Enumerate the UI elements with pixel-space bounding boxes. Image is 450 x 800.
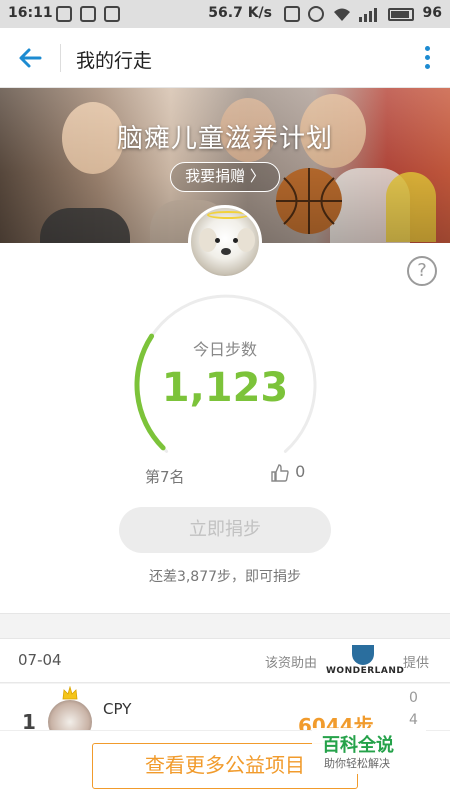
sponsor-row: 07-04 该资助由 WONDERLAND 提供 [0,639,450,683]
thumbs-up-icon [271,463,289,482]
help-icon[interactable]: ? [407,256,437,286]
donate-steps-button[interactable]: 立即捐步 [119,507,331,553]
banner-title: 脑瘫儿童滋养计划 [116,124,333,154]
avatar-detail [233,238,238,243]
sponsor-funded-label: 该资助由 [265,656,318,671]
watermark-title: 百科全说 [322,735,394,756]
image-icon [104,6,120,22]
vibrate-icon [284,6,300,22]
more-menu-icon[interactable] [422,44,432,72]
wifi-icon [334,8,350,21]
steps-label: 今日步数 [192,340,257,359]
avatar-detail [237,228,255,252]
notification-icon [80,6,96,22]
avatar-crown-icon [207,211,249,219]
sponsor-provide-label: 提供 [403,656,430,671]
shield-icon [56,6,72,22]
signal-icon [359,8,377,22]
section-separator [0,613,450,639]
like-count: 0 [295,462,306,481]
app-bar: 我的行走 [0,28,450,88]
avatar-detail [221,248,231,255]
battery-icon [388,8,414,21]
ranking-count-bottom: 4 [409,712,418,728]
watermark: 百科全说 助你轻松解决 [312,728,426,774]
back-arrow-icon[interactable] [14,42,46,74]
donate-button[interactable]: 我要捐赠 〉 [170,162,280,192]
rank-label: 第7名 [145,468,185,486]
network-speed: 56.7 K/s [208,5,272,21]
watermark-subtitle: 助你轻松解决 [324,757,390,770]
avatar-detail [215,238,220,243]
remaining-steps-note: 还差3,877步，即可捐步 [148,569,302,585]
user-avatar[interactable] [188,205,262,279]
alarm-icon [308,6,324,22]
status-bar: 16:11 56.7 K/s 96 [0,0,450,28]
app-bar-divider [60,44,61,72]
crown-icon [62,686,78,700]
battery-percent: 96 [422,5,442,21]
status-time: 16:11 [8,5,53,21]
sponsor-logo[interactable]: WONDERLAND [326,643,405,679]
ranking-name: CPY [103,700,132,718]
sponsor-date: 07-04 [18,651,62,669]
steps-value: 1,123 [161,365,289,411]
page-title: 我的行走 [76,50,153,72]
sponsor-logo-mark [352,645,374,665]
ranking-count-top: 0 [409,690,418,706]
like-button[interactable]: 0 [270,462,305,483]
sponsor-logo-text: WONDERLAND [326,666,405,676]
